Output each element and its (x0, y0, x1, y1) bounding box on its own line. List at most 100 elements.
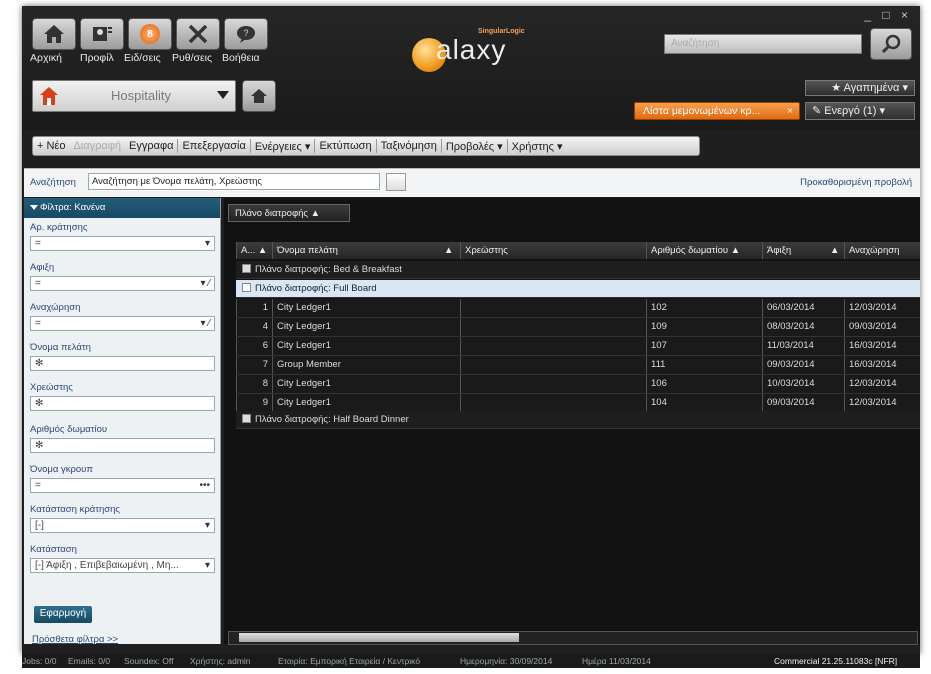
cell-arrival[interactable]: 11/03/2014 (762, 337, 844, 355)
dropdown-arrow-icon[interactable]: ▾ ⁄ (201, 317, 210, 330)
edit-button[interactable]: Επεξεργασία (178, 140, 249, 152)
table-row[interactable]: 7 Group Member 111 09/03/2014 16/03/2014 (236, 356, 920, 375)
cell-departure[interactable]: 16/03/2014 (844, 356, 920, 374)
cell-name[interactable]: City Ledger1 (272, 299, 460, 317)
cell-room[interactable]: 111 (646, 356, 762, 374)
dropdown-arrow-icon[interactable]: ▾ (205, 237, 210, 250)
actions-menu[interactable]: Ενέργειες ▾ (251, 140, 315, 153)
group-row-half-board[interactable]: Πλάνο διατροφής: Half Board Dinner (236, 411, 920, 429)
favorites-button[interactable]: ★ Αγαπημένα ▾ (805, 80, 915, 96)
cell-room[interactable]: 109 (646, 318, 762, 336)
module-selector[interactable]: Hospitality (32, 80, 236, 112)
cell-room[interactable]: 102 (646, 299, 762, 317)
filter-reservation-status[interactable]: [-] ▾ (30, 518, 215, 533)
cell-debtor[interactable] (460, 394, 646, 412)
nav-help-label[interactable]: Βοήθεια (222, 52, 260, 64)
dropdown-arrow-icon[interactable]: ▾ (205, 519, 210, 532)
records-button[interactable]: Εγγραφα (125, 140, 177, 152)
cell-name[interactable]: City Ledger1 (272, 394, 460, 412)
filter-departure[interactable]: = ▾ ⁄ (30, 316, 215, 331)
views-menu[interactable]: Προβολές ▾ (442, 140, 507, 153)
cell-departure[interactable]: 12/03/2014 (844, 375, 920, 393)
profile-icon[interactable] (80, 18, 124, 50)
filter-reservation-no[interactable]: = ▾ (30, 236, 215, 251)
cell-a[interactable]: 1 (236, 299, 272, 317)
filter-debtor[interactable]: ✻ (30, 396, 215, 411)
search-icon[interactable] (870, 28, 912, 60)
cell-a[interactable]: 7 (236, 356, 272, 374)
cell-room[interactable]: 104 (646, 394, 762, 412)
cell-debtor[interactable] (460, 318, 646, 336)
collapse-icon[interactable] (242, 283, 251, 292)
new-button[interactable]: + Νέο (33, 140, 69, 152)
notifications-icon[interactable]: 8 (128, 18, 172, 50)
nav-home-label[interactable]: Αρχική (30, 52, 62, 64)
home-icon[interactable] (32, 18, 76, 50)
expand-icon[interactable] (242, 264, 251, 273)
group-by-meal-plan-button[interactable]: Πλάνο διατροφής ▲ (228, 204, 350, 222)
cell-debtor[interactable] (460, 299, 646, 317)
user-menu[interactable]: Χρήστης ▾ (508, 140, 567, 153)
cell-departure[interactable]: 09/03/2014 (844, 318, 920, 336)
dropdown-arrow-icon[interactable]: ▾ (205, 559, 210, 572)
list-search-input[interactable]: Αναζήτηση με Όνομα πελάτη, Χρεώστης (88, 173, 380, 190)
cell-a[interactable]: 4 (236, 318, 272, 336)
column-header-a[interactable]: A... ▲ (236, 242, 272, 259)
table-row[interactable]: 8 City Ledger1 106 10/03/2014 12/03/2014 (236, 375, 920, 394)
ellipsis-icon[interactable]: ••• (199, 479, 210, 492)
filter-header[interactable]: Φίλτρα: Κανένα (24, 198, 220, 218)
column-header-guest-name[interactable]: Όνομα πελάτη (272, 242, 440, 259)
cell-departure[interactable]: 12/03/2014 (844, 299, 920, 317)
dropdown-arrow-icon[interactable]: ▾ ⁄ (201, 277, 210, 290)
cell-a[interactable]: 6 (236, 337, 272, 355)
more-filters-link[interactable]: Πρόσθετα φίλτρα >> (32, 634, 118, 645)
default-view-link[interactable]: Προκαθορισμένη προβολή (800, 177, 912, 188)
table-row[interactable]: 6 City Ledger1 107 11/03/2014 16/03/2014 (236, 337, 920, 356)
apply-filter-button[interactable]: Εφαρμογή (34, 606, 92, 623)
nav-notifications-label[interactable]: Ειδ/σεις (124, 52, 161, 64)
cell-arrival[interactable]: 09/03/2014 (762, 356, 844, 374)
window-controls[interactable]: _ □ × (864, 8, 912, 22)
sort-button[interactable]: Ταξινόμηση (377, 140, 441, 152)
scrollbar-thumb[interactable] (239, 633, 519, 642)
delete-button[interactable]: Διαγραφή (69, 140, 125, 152)
cell-room[interactable]: 106 (646, 375, 762, 393)
cell-name[interactable]: City Ledger1 (272, 375, 460, 393)
print-button[interactable]: Εκτύπωση (315, 140, 375, 152)
expand-icon[interactable] (242, 414, 251, 423)
cell-room[interactable]: 107 (646, 337, 762, 355)
column-header-debtor[interactable]: Χρεώστης (460, 242, 646, 259)
close-icon[interactable]: × (787, 103, 793, 120)
table-row[interactable]: 4 City Ledger1 109 08/03/2014 09/03/2014 (236, 318, 920, 337)
group-row-bed-breakfast[interactable]: Πλάνο διατροφής: Bed & Breakfast (236, 261, 920, 279)
group-row-full-board[interactable]: Πλάνο διατροφής: Full Board (236, 280, 920, 298)
cell-name[interactable]: City Ledger1 (272, 337, 460, 355)
nav-profile-label[interactable]: Προφίλ (80, 52, 114, 64)
column-header-departure[interactable]: Αναχώρηση (844, 242, 920, 259)
cell-debtor[interactable] (460, 375, 646, 393)
cell-arrival[interactable]: 06/03/2014 (762, 299, 844, 317)
nav-settings-label[interactable]: Ρυθ/σεις (172, 52, 212, 64)
filter-group-name[interactable]: = ••• (30, 478, 215, 493)
filter-arrival[interactable]: = ▾ ⁄ (30, 276, 215, 291)
tools-icon[interactable] (176, 18, 220, 50)
cell-debtor[interactable] (460, 337, 646, 355)
cell-departure[interactable]: 12/03/2014 (844, 394, 920, 412)
global-search-input[interactable]: Αναζήτηση (664, 34, 862, 54)
recent-tab[interactable]: Λίστα μεμονωμένων κρ... × (634, 102, 800, 120)
active-windows-button[interactable]: ✎ Ενεργό (1) ▾ (805, 102, 915, 120)
cell-arrival[interactable]: 09/03/2014 (762, 394, 844, 412)
column-header-room-no[interactable]: Αριθμός δωματίου ▲ (646, 242, 762, 259)
cell-a[interactable]: 8 (236, 375, 272, 393)
clear-search-icon[interactable] (386, 173, 406, 191)
cell-name[interactable]: Group Member (272, 356, 460, 374)
cell-name[interactable]: City Ledger1 (272, 318, 460, 336)
cell-arrival[interactable]: 08/03/2014 (762, 318, 844, 336)
cell-debtor[interactable] (460, 356, 646, 374)
horizontal-scrollbar[interactable] (228, 631, 918, 645)
cell-departure[interactable]: 16/03/2014 (844, 337, 920, 355)
help-icon[interactable]: ? (224, 18, 268, 50)
filter-status[interactable]: [-] Άφιξη , Επιβεβαιωμένη , Μη... ▾ (30, 558, 215, 573)
module-home-button[interactable] (242, 80, 276, 112)
filter-room-no[interactable]: ✻ (30, 438, 215, 453)
